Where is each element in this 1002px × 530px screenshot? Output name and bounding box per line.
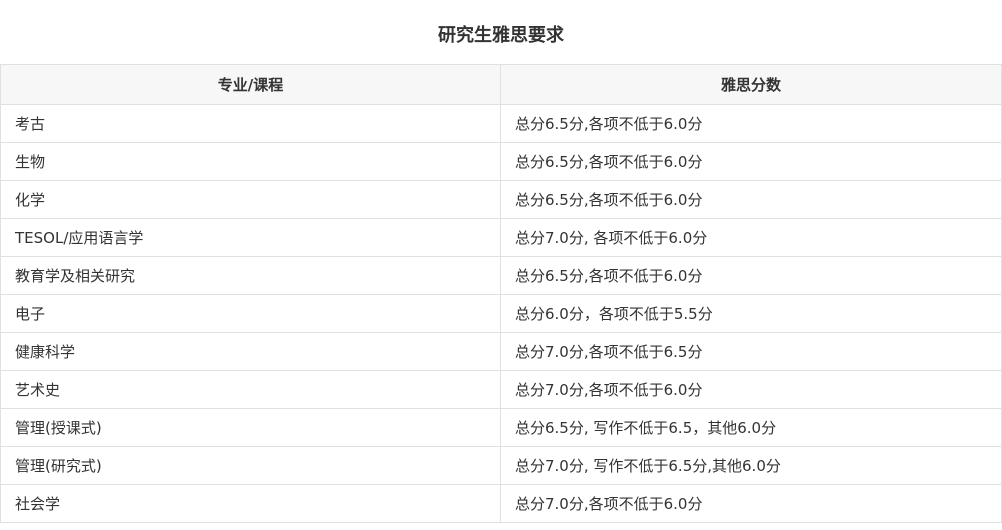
ielts-score-cell: 总分6.5分, 写作不低于6.5，其他6.0分 [500,408,1002,447]
table-row: TESOL/应用语言学 总分7.0分, 各项不低于6.0分 [0,218,1002,257]
program-cell: 教育学及相关研究 [0,256,501,295]
page-title: 研究生雅思要求 [438,25,564,46]
column-header-program: 专业/课程 [0,64,501,105]
program-cell: 生物 [0,142,501,181]
ielts-requirements-table: 专业/课程 雅思分数 考古 总分6.5分,各项不低于6.0分 生物 总分6.5分… [0,64,1002,523]
ielts-score-cell: 总分6.5分,各项不低于6.0分 [500,180,1002,219]
table-row: 化学 总分6.5分,各项不低于6.0分 [0,180,1002,219]
table-row: 教育学及相关研究 总分6.5分,各项不低于6.0分 [0,256,1002,295]
ielts-score-cell: 总分7.0分, 各项不低于6.0分 [500,218,1002,257]
program-cell: 化学 [0,180,501,219]
table-row: 健康科学 总分7.0分,各项不低于6.5分 [0,332,1002,371]
ielts-score-cell: 总分7.0分,各项不低于6.5分 [500,332,1002,371]
table-row: 管理(授课式) 总分6.5分, 写作不低于6.5，其他6.0分 [0,408,1002,447]
ielts-score-cell: 总分6.5分,各项不低于6.0分 [500,104,1002,143]
column-header-ielts-score: 雅思分数 [500,64,1002,105]
ielts-score-cell: 总分7.0分, 写作不低于6.5分,其他6.0分 [500,446,1002,485]
program-cell: 管理(研究式) [0,446,501,485]
ielts-score-cell: 总分6.5分,各项不低于6.0分 [500,256,1002,295]
table-row: 生物 总分6.5分,各项不低于6.0分 [0,142,1002,181]
ielts-score-cell: 总分7.0分,各项不低于6.0分 [500,484,1002,523]
ielts-score-cell: 总分7.0分,各项不低于6.0分 [500,370,1002,409]
table-row: 社会学 总分7.0分,各项不低于6.0分 [0,484,1002,523]
program-cell: 健康科学 [0,332,501,371]
ielts-score-cell: 总分6.5分,各项不低于6.0分 [500,142,1002,181]
program-cell: 考古 [0,104,501,143]
program-cell: 艺术史 [0,370,501,409]
program-cell: TESOL/应用语言学 [0,218,501,257]
table-row: 管理(研究式) 总分7.0分, 写作不低于6.5分,其他6.0分 [0,446,1002,485]
table-row: 艺术史 总分7.0分,各项不低于6.0分 [0,370,1002,409]
program-cell: 管理(授课式) [0,408,501,447]
table-row: 电子 总分6.0分，各项不低于5.5分 [0,294,1002,333]
program-cell: 社会学 [0,484,501,523]
table-header-row: 专业/课程 雅思分数 [0,64,1002,105]
program-cell: 电子 [0,294,501,333]
table-row: 考古 总分6.5分,各项不低于6.0分 [0,104,1002,143]
ielts-score-cell: 总分6.0分，各项不低于5.5分 [500,294,1002,333]
